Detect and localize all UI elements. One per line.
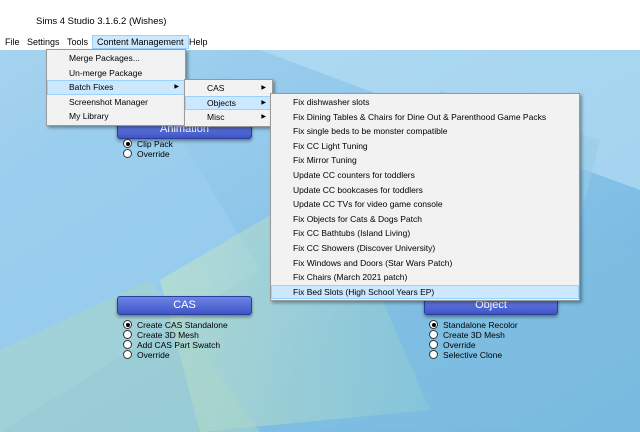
menu-settings[interactable]: Settings (23, 36, 64, 49)
menu-item-fix-objects-cats-dogs[interactable]: Fix Objects for Cats & Dogs Patch (271, 212, 579, 227)
menu-help[interactable]: Help (185, 36, 212, 49)
option-cas-override[interactable]: Override (123, 350, 170, 361)
menu-item-update-cc-bookcases[interactable]: Update CC bookcases for toddlers (271, 183, 579, 198)
menu-item-fix-cc-showers[interactable]: Fix CC Showers (Discover University) (271, 241, 579, 256)
menu-tools[interactable]: Tools (63, 36, 92, 49)
window-title: Sims 4 Studio 3.1.6.2 (Wishes) (36, 16, 167, 27)
menu-item-fix-windows-doors[interactable]: Fix Windows and Doors (Star Wars Patch) (271, 256, 579, 271)
radio-icon (123, 350, 132, 359)
radio-icon (429, 330, 438, 339)
radio-selected-icon (123, 139, 132, 148)
radio-icon (123, 330, 132, 339)
menu-item-fix-mirror-tuning[interactable]: Fix Mirror Tuning (271, 153, 579, 168)
menu-item-fix-chairs[interactable]: Fix Chairs (March 2021 patch) (271, 270, 579, 285)
radio-icon (429, 340, 438, 349)
menu-bar: File Settings Tools Content Management H… (0, 35, 640, 50)
title-bar: Sims 4 Studio 3.1.6.2 (Wishes) (0, 0, 640, 36)
menu-item-batch-fixes[interactable]: Batch Fixes ▶ (47, 80, 185, 95)
menu-item-fix-dishwasher-slots[interactable]: Fix dishwasher slots (271, 95, 579, 110)
menu-content-management[interactable]: Content Management (92, 35, 189, 49)
radio-icon (123, 340, 132, 349)
menu-item-fix-dining-tables-chairs[interactable]: Fix Dining Tables & Chairs for Dine Out … (271, 110, 579, 125)
menu-file[interactable]: File (1, 36, 24, 49)
cas-button[interactable]: CAS (117, 296, 252, 315)
menu-item-fix-single-beds[interactable]: Fix single beds to be monster compatible (271, 124, 579, 139)
submenu-arrow-icon: ▶ (174, 84, 179, 91)
menu-item-update-cc-tvs[interactable]: Update CC TVs for video game console (271, 197, 579, 212)
objects-fixes-menu: Fix dishwasher slots Fix Dining Tables &… (270, 93, 580, 302)
menu-item-screenshot-manager[interactable]: Screenshot Manager (47, 95, 185, 110)
menu-item-un-merge-package[interactable]: Un-merge Package (47, 66, 185, 81)
submenu-arrow-icon: ▶ (261, 99, 266, 106)
menu-item-fix-cc-light-tuning[interactable]: Fix CC Light Tuning (271, 139, 579, 154)
option-selective-clone[interactable]: Selective Clone (429, 350, 502, 361)
menu-item-update-cc-counters[interactable]: Update CC counters for toddlers (271, 168, 579, 183)
menu-item-my-library[interactable]: My Library (47, 109, 185, 124)
menu-item-fix-bed-slots[interactable]: Fix Bed Slots (High School Years EP) (271, 284, 579, 300)
menu-item-cas[interactable]: CAS ▶ (185, 81, 272, 96)
submenu-arrow-icon: ▶ (261, 85, 266, 91)
submenu-arrow-icon: ▶ (261, 114, 266, 121)
radio-selected-icon (429, 320, 438, 329)
option-override[interactable]: Override (123, 149, 170, 160)
radio-icon (123, 149, 132, 158)
menu-item-objects[interactable]: Objects ▶ (185, 95, 272, 111)
menu-item-fix-cc-bathtubs[interactable]: Fix CC Bathtubs (Island Living) (271, 226, 579, 241)
content-management-menu: Merge Packages... Un-merge Package Batch… (46, 49, 186, 126)
radio-icon (429, 350, 438, 359)
menu-item-misc[interactable]: Misc ▶ (185, 110, 272, 125)
batch-fixes-menu: CAS ▶ Objects ▶ Misc ▶ (184, 79, 273, 127)
radio-selected-icon (123, 320, 132, 329)
menu-item-merge-packages[interactable]: Merge Packages... (47, 51, 185, 66)
